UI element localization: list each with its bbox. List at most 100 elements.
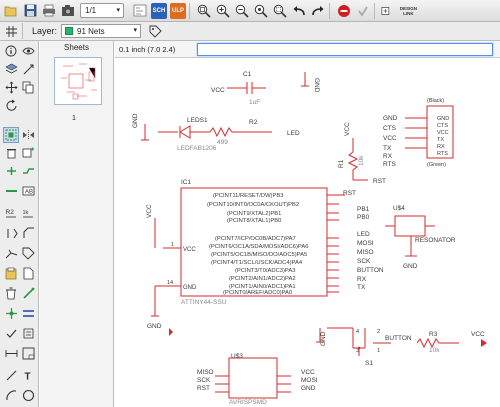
undo-icon[interactable] xyxy=(291,3,307,19)
junction-icon[interactable] xyxy=(3,305,19,321)
zoom-out-icon[interactable] xyxy=(234,3,250,19)
wire-add-icon[interactable] xyxy=(20,285,36,301)
save-icon[interactable] xyxy=(22,3,38,19)
page-select[interactable]: 1/1 ▾ xyxy=(80,3,124,18)
layer-select[interactable]: 91 Nets ▾ xyxy=(61,24,142,38)
gateswap-icon[interactable] xyxy=(20,163,36,179)
sch-button[interactable]: SCH xyxy=(151,2,167,19)
ic1-pin-pa2: (PCINT2/AIN1/ADC2)PA2 xyxy=(229,276,296,282)
split-icon[interactable] xyxy=(3,245,19,261)
u3-box xyxy=(228,357,278,399)
layer-label: Layer: xyxy=(32,26,58,36)
arc-icon[interactable] xyxy=(3,387,19,403)
design-link-icon[interactable]: DESIGN LINK xyxy=(381,3,421,19)
grid-icon[interactable] xyxy=(3,23,19,39)
line-icon[interactable] xyxy=(3,367,19,383)
svg-text:R2: R2 xyxy=(5,209,14,216)
net-mosi: MOSI xyxy=(357,240,374,247)
print-icon[interactable] xyxy=(41,3,57,19)
pinswap-icon[interactable] xyxy=(3,163,19,179)
resonator-label: RESONATOR xyxy=(415,237,456,244)
gnd-top-label: GND xyxy=(313,78,320,93)
delete-icon[interactable] xyxy=(3,145,19,161)
miter-icon[interactable] xyxy=(20,225,36,241)
schematic-canvas[interactable]: VCC C1 1uF GND LEDS1 LEDFAB1206 R2 499 L… xyxy=(115,58,500,407)
smash-icon[interactable] xyxy=(3,225,19,241)
circle-icon[interactable] xyxy=(20,387,36,403)
j1-pin-cts-r: CTS xyxy=(437,123,448,129)
layers-icon[interactable] xyxy=(3,61,19,77)
info-icon[interactable] xyxy=(3,43,19,59)
dimension-icon[interactable] xyxy=(3,345,19,361)
tag-icon[interactable] xyxy=(147,23,163,39)
svg-text:1k: 1k xyxy=(22,210,28,216)
vcc-r1-label: VCC xyxy=(344,122,351,136)
net-icon[interactable] xyxy=(3,183,19,199)
sheets-panel: Sheets 1 xyxy=(40,41,114,407)
eagle-schematic-editor: 1/1 ▾ SCH ULP DESIGN LINK Layer: 91 Nets… xyxy=(0,0,500,407)
command-input[interactable] xyxy=(197,42,493,56)
stop-icon[interactable] xyxy=(336,3,352,19)
ulp-button[interactable]: ULP xyxy=(170,2,186,19)
net-sck: SCK xyxy=(357,258,371,265)
j1-pin-gnd-r: GND xyxy=(437,116,449,122)
value-icon[interactable]: 1k xyxy=(20,205,36,221)
c1-value: 1uF xyxy=(249,99,260,106)
erc-icon[interactable] xyxy=(3,325,19,341)
vcc-ic-label: VCC xyxy=(146,204,153,218)
redo-icon[interactable] xyxy=(310,3,326,19)
led-net-label: LED xyxy=(287,130,300,137)
mirror-icon[interactable] xyxy=(20,127,36,143)
ic1-pin-pa4: (PCINT4/T1/SCL/USCK/ADC4)PA4 xyxy=(211,260,303,266)
ic1-pin-pa6: (PCINT6/OC1A/SDA/MOSI/ADC6)PA6 xyxy=(209,244,308,250)
j1-black-label: (Black) xyxy=(427,98,444,104)
frame-icon[interactable] xyxy=(20,345,36,361)
net-pb1: PB1 xyxy=(357,206,370,213)
s1-pin1: 1 xyxy=(377,348,380,354)
ic1-pin-pb2: (PCINT10/INT0/OC0A/CKOUT)PB2 xyxy=(207,202,299,208)
j1-pin-vcc-r: VCC xyxy=(437,130,449,136)
d1-name: LEDS1 xyxy=(187,117,208,124)
svg-text:T: T xyxy=(24,371,30,382)
cam-icon[interactable] xyxy=(60,3,76,19)
zoom-area-icon[interactable] xyxy=(272,3,288,19)
j1-wires xyxy=(405,117,427,149)
zoom-in-icon[interactable] xyxy=(215,3,231,19)
isp-vcc: VCC xyxy=(301,369,315,376)
zoom-fit-icon[interactable] xyxy=(196,3,212,19)
sheet-thumbnail[interactable] xyxy=(54,57,102,105)
group-icon[interactable] xyxy=(3,127,19,143)
paste-icon[interactable] xyxy=(3,265,19,281)
name-icon[interactable]: R2 xyxy=(3,205,19,221)
toolbar-divider xyxy=(22,23,23,39)
sch-badge: SCH xyxy=(151,2,167,19)
r1-value: 10k xyxy=(358,155,365,166)
ulp-badge: ULP xyxy=(170,2,186,19)
zoom-select-icon[interactable] xyxy=(253,3,269,19)
ic1-top-pins xyxy=(327,194,345,221)
eye-icon[interactable] xyxy=(20,43,36,59)
go-icon[interactable] xyxy=(355,3,371,19)
ic1-gnd-pin: GND xyxy=(183,285,197,291)
bus-icon[interactable] xyxy=(20,305,36,321)
mark-icon[interactable] xyxy=(20,61,36,77)
ic1-pin-pa7: (PCINT7/ICP/OC0B/ADC7)PA7 xyxy=(215,236,296,242)
attribute-icon[interactable] xyxy=(20,325,36,341)
copy-icon[interactable] xyxy=(20,79,36,95)
ic1-pin14: 14 xyxy=(167,280,173,286)
gnd-btn-label: GND xyxy=(320,331,327,346)
text-icon[interactable]: T xyxy=(20,367,36,383)
j1-pin-rts: RTS xyxy=(383,161,397,168)
add-icon[interactable] xyxy=(20,145,36,161)
open-icon[interactable] xyxy=(3,3,19,19)
trash-icon[interactable] xyxy=(3,285,19,301)
u3-name: U$3 xyxy=(231,353,243,360)
tag-tool-icon[interactable] xyxy=(20,245,36,261)
label-icon[interactable]: AB xyxy=(20,183,36,199)
rotate-icon[interactable] xyxy=(3,97,19,113)
chevron-down-icon: ▾ xyxy=(116,7,120,14)
tool-palette: AB R2 1k T xyxy=(0,41,39,407)
move-icon[interactable] xyxy=(3,79,19,95)
board-icon[interactable] xyxy=(132,3,148,19)
document-icon[interactable] xyxy=(20,265,36,281)
